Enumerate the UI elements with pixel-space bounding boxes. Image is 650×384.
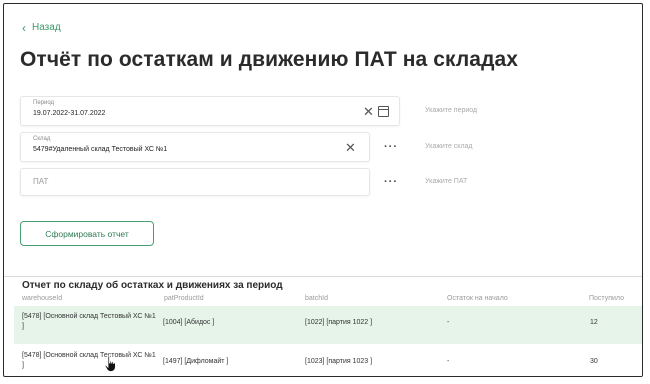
cell-received: 12 (590, 319, 598, 326)
page-title: Отчёт по остаткам и движению ПАТ на скла… (20, 48, 519, 71)
calendar-icon[interactable] (378, 106, 389, 117)
pat-field[interactable]: ПАТ (20, 168, 370, 196)
pat-placeholder: ПАТ (33, 177, 49, 186)
more-icon[interactable]: ··· (384, 177, 398, 188)
clear-icon[interactable]: ✕ (345, 141, 356, 154)
cell-product: [1497] [Дифломайт ] (163, 358, 229, 365)
cell-batch: [1023] [партия 1023 ] (305, 358, 373, 365)
clear-icon[interactable]: ✕ (363, 105, 374, 118)
period-label: Период (33, 100, 55, 106)
cell-start-balance: - (447, 319, 450, 326)
period-field[interactable]: Период 19.07.2022-31.07.2022 ✕ (20, 96, 400, 126)
back-link[interactable]: ‹ Назад (22, 20, 61, 35)
report-page: ‹ Назад Отчёт по остаткам и движению ПАТ… (3, 3, 643, 377)
table-row[interactable]: [5478] [Основной склад Тестовый ХС №1 ] … (14, 306, 642, 344)
column-header-start-balance: Остаток на начало (447, 295, 508, 302)
more-icon[interactable]: ··· (384, 142, 398, 153)
back-label: Назад (32, 22, 61, 33)
period-value: 19.07.2022-31.07.2022 (33, 110, 106, 117)
warehouse-hint: Укажите склад (425, 143, 473, 150)
cell-product: [1004] [Абидос ] (163, 319, 215, 326)
warehouse-value: 5479#Удаленный склад Тестовый ХС №1 (33, 146, 168, 153)
cell-start-balance: - (447, 358, 450, 365)
column-header-warehouse: warehouseId (22, 295, 63, 302)
period-hint: Укажите период (425, 107, 478, 114)
cell-batch: [1022] [партия 1022 ] (305, 319, 373, 326)
cell-warehouse: [5478] [Основной склад Тестовый ХС №1 ] (22, 313, 156, 330)
warehouse-field[interactable]: Склад 5479#Удаленный склад Тестовый ХС №… (20, 132, 370, 162)
generate-report-button[interactable]: Сформировать отчет (20, 221, 154, 246)
warehouse-label: Склад (33, 136, 51, 142)
cell-warehouse: [5478] [Основной склад Тестовый ХС №1 ] (22, 352, 156, 369)
divider (4, 276, 642, 277)
column-header-batch: batchId (305, 295, 328, 302)
hand-cursor-icon (104, 355, 116, 372)
cell-received: 30 (590, 358, 598, 365)
chevron-left-icon: ‹ (22, 20, 26, 35)
pat-hint: Укажите ПАТ (425, 178, 468, 185)
column-header-product: patProductId (164, 295, 204, 302)
column-header-received: Поступило (589, 295, 624, 302)
report-section-title: Отчет по складу об остатках и движениях … (22, 280, 283, 291)
